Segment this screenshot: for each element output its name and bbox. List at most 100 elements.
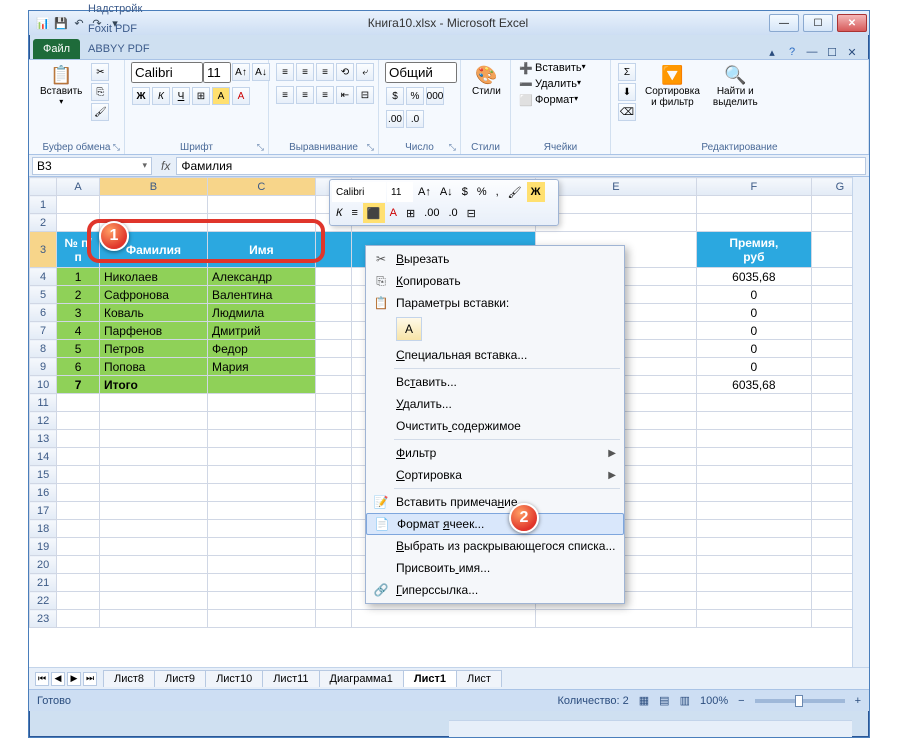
wrap-text-button[interactable]: ⤶ — [356, 63, 374, 81]
row-header-3[interactable]: 3 — [30, 232, 57, 268]
cell[interactable] — [99, 538, 207, 556]
cell[interactable] — [315, 592, 351, 610]
cell[interactable]: Мария — [207, 358, 315, 376]
cell[interactable] — [207, 502, 315, 520]
align-center-button[interactable]: ≡ — [296, 86, 314, 104]
column-header-A[interactable]: A — [57, 178, 100, 196]
ribbon-tab-10[interactable]: ABBYY PDF — [82, 39, 156, 59]
doc-minimize-icon[interactable]: — — [805, 45, 819, 59]
font-launcher-icon[interactable]: ⤡ — [257, 142, 264, 153]
row-header-1[interactable]: 1 — [30, 196, 57, 214]
row-header-8[interactable]: 8 — [30, 340, 57, 358]
font-color-button[interactable]: A — [232, 87, 250, 105]
row-header-6[interactable]: 6 — [30, 304, 57, 322]
mini-font-size[interactable] — [387, 182, 413, 202]
row-header-10[interactable]: 10 — [30, 376, 57, 394]
cell[interactable]: Итого — [99, 376, 207, 394]
number-launcher-icon[interactable]: ⤡ — [449, 142, 456, 153]
cell[interactable] — [697, 520, 812, 538]
cell[interactable] — [57, 610, 100, 628]
mini-italic[interactable]: К — [332, 203, 346, 223]
row-header-23[interactable]: 23 — [30, 610, 57, 628]
cell[interactable] — [315, 322, 351, 340]
merge-button[interactable]: ⊟ — [356, 86, 374, 104]
cell[interactable] — [697, 484, 812, 502]
help-icon[interactable]: ? — [785, 45, 799, 59]
ctx-delete[interactable]: Удалить... — [366, 393, 624, 415]
paste-option-values[interactable]: A — [396, 317, 422, 341]
mini-percent[interactable]: % — [473, 182, 491, 202]
sort-filter-button[interactable]: 🔽 Сортировка и фильтр — [640, 62, 705, 111]
ctx-define-name[interactable]: Присвоить имя... — [366, 557, 624, 579]
cell[interactable] — [99, 556, 207, 574]
cell[interactable] — [315, 376, 351, 394]
cell[interactable]: 0 — [697, 358, 812, 376]
cell[interactable] — [207, 484, 315, 502]
name-box[interactable]: B3 ▾ — [32, 157, 152, 175]
cell[interactable] — [352, 610, 536, 628]
cell[interactable] — [57, 574, 100, 592]
align-top-button[interactable]: ≡ — [276, 63, 294, 81]
underline-button[interactable]: Ч — [172, 87, 190, 105]
cell[interactable]: 6 — [57, 358, 100, 376]
formula-bar[interactable]: Фамилия — [176, 157, 866, 175]
cell[interactable]: 0 — [697, 304, 812, 322]
row-header-21[interactable]: 21 — [30, 574, 57, 592]
cell[interactable] — [57, 592, 100, 610]
ctx-cut[interactable]: ✂Вырезать — [366, 248, 624, 270]
cell[interactable] — [315, 268, 351, 286]
view-pagebreak-button[interactable]: ▥ — [680, 694, 690, 707]
cell[interactable] — [207, 430, 315, 448]
column-header-B[interactable]: B — [99, 178, 207, 196]
cell[interactable] — [99, 412, 207, 430]
zoom-out-button[interactable]: − — [738, 695, 744, 707]
sheet-tab-Диаграмма1[interactable]: Диаграмма1 — [319, 670, 404, 687]
comma-button[interactable]: 000 — [426, 87, 444, 105]
cell[interactable] — [57, 502, 100, 520]
row-header-15[interactable]: 15 — [30, 466, 57, 484]
cell[interactable] — [99, 502, 207, 520]
row-header-13[interactable]: 13 — [30, 430, 57, 448]
cell[interactable] — [207, 466, 315, 484]
cell[interactable]: Попова — [99, 358, 207, 376]
cell[interactable] — [207, 412, 315, 430]
cell[interactable]: 0 — [697, 286, 812, 304]
ctx-copy[interactable]: ⎘Копировать — [366, 270, 624, 292]
ctx-sort[interactable]: Сортировка▶ — [366, 464, 624, 486]
vertical-scrollbar[interactable] — [852, 177, 869, 667]
column-header-F[interactable]: F — [697, 178, 812, 196]
delete-cells-button[interactable]: ➖Удалить▾ — [517, 78, 581, 91]
cell[interactable] — [315, 340, 351, 358]
sheet-tab-Лист1[interactable]: Лист1 — [403, 670, 457, 687]
cell[interactable] — [57, 484, 100, 502]
cell[interactable]: 6035,68 — [697, 376, 812, 394]
cell[interactable] — [315, 574, 351, 592]
cell[interactable] — [697, 574, 812, 592]
cell[interactable]: 0 — [697, 340, 812, 358]
mini-format-painter[interactable]: 🖌 — [504, 182, 526, 202]
copy-button[interactable]: ⎘ — [91, 83, 109, 101]
row-header-2[interactable]: 2 — [30, 214, 57, 232]
number-format-select[interactable] — [385, 62, 457, 83]
cut-button[interactable]: ✂ — [91, 63, 109, 81]
border-button[interactable]: ⊞ — [192, 87, 210, 105]
cell[interactable] — [315, 304, 351, 322]
ribbon-tab-9[interactable]: Foxit PDF — [82, 19, 156, 39]
cell[interactable] — [697, 502, 812, 520]
cell[interactable]: 6035,68 — [697, 268, 812, 286]
align-left-button[interactable]: ≡ — [276, 86, 294, 104]
cell[interactable] — [315, 394, 351, 412]
minimize-ribbon-icon[interactable]: ▴ — [765, 45, 779, 59]
decrease-decimal-button[interactable]: .0 — [406, 110, 424, 128]
cell[interactable] — [99, 520, 207, 538]
increase-font-button[interactable]: A↑ — [232, 63, 250, 81]
decrease-font-button[interactable]: A↓ — [252, 63, 270, 81]
row-header-19[interactable]: 19 — [30, 538, 57, 556]
cell[interactable] — [697, 592, 812, 610]
row-header-9[interactable]: 9 — [30, 358, 57, 376]
cell[interactable] — [535, 196, 696, 214]
cell[interactable]: 2 — [57, 286, 100, 304]
cell[interactable] — [315, 448, 351, 466]
cell[interactable] — [57, 196, 100, 214]
cell[interactable]: Людмила — [207, 304, 315, 322]
